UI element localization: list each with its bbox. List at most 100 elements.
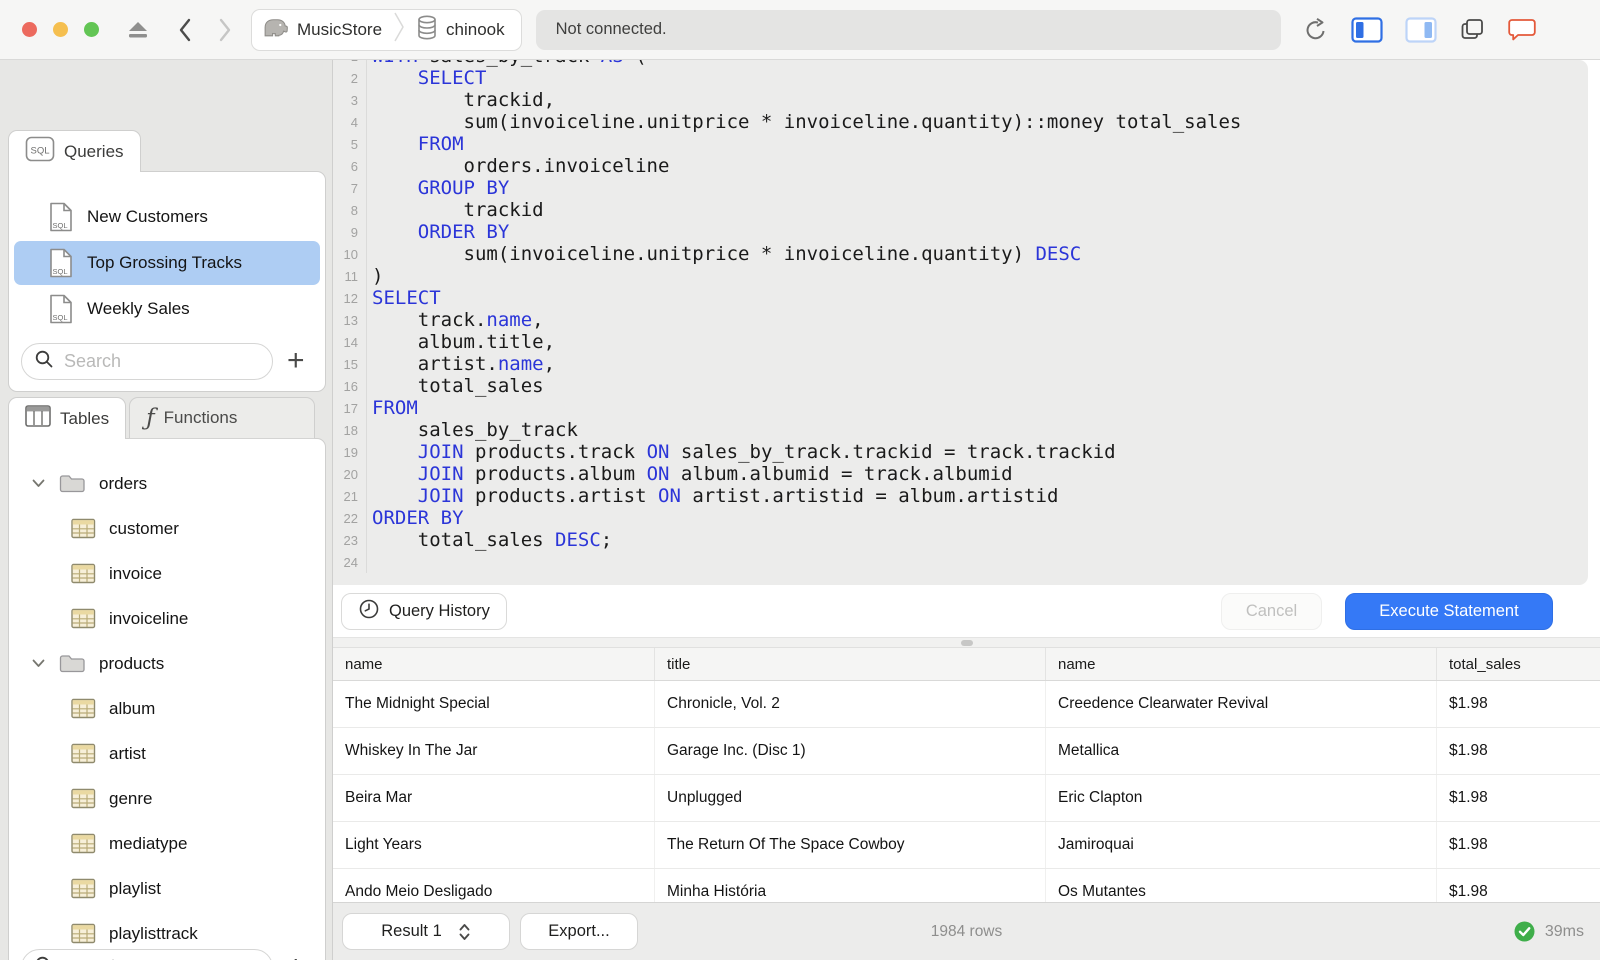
table-row[interactable]: Whiskey In The Jar Garage Inc. (Disc 1) Me… xyxy=(333,728,1600,775)
sql-editor[interactable]: 1WITH sales_by_track AS (2 SELECT3 track… xyxy=(333,60,1588,585)
minimize-window-icon[interactable] xyxy=(53,22,68,37)
tab-functions[interactable]: ƒ Functions xyxy=(129,397,316,439)
add-query-button[interactable]: + xyxy=(287,346,305,376)
code-text: orders.invoiceline xyxy=(372,155,670,177)
queries-search-field[interactable] xyxy=(21,342,273,380)
column-header-name[interactable]: name xyxy=(333,648,655,680)
table-cell[interactable]: Eric Clapton xyxy=(1046,775,1437,821)
editor-actions: Query History Cancel Execute Statement xyxy=(333,585,1600,637)
line-number: 8 xyxy=(350,202,358,218)
close-window-icon[interactable] xyxy=(22,22,37,37)
cancel-button[interactable]: Cancel xyxy=(1221,592,1322,630)
code-text: JOIN products.artist ON artist.artistid … xyxy=(417,485,1059,507)
table-cell[interactable]: Unplugged xyxy=(655,775,1046,821)
tree-table[interactable]: invoiceline xyxy=(9,596,325,641)
tables-search-input[interactable] xyxy=(62,955,246,960)
execute-statement-button[interactable]: Execute Statement xyxy=(1345,592,1553,630)
pane-splitter[interactable] xyxy=(333,637,1600,648)
breadcrumb-server[interactable]: MusicStore xyxy=(297,20,382,40)
table-cell[interactable]: Jamiroquai xyxy=(1046,822,1437,868)
windows-icon[interactable] xyxy=(1459,17,1485,42)
database-icon[interactable] xyxy=(416,14,438,46)
eject-icon[interactable] xyxy=(125,20,151,40)
table-row[interactable]: The Midnight Special Chronicle, Vol. 2 Cre… xyxy=(333,681,1600,728)
tree-table[interactable]: album xyxy=(9,686,325,731)
code-text: artist.name, xyxy=(372,353,556,375)
server-elephant-icon[interactable] xyxy=(262,16,289,44)
zoom-window-icon[interactable] xyxy=(84,22,99,37)
table-row[interactable]: Beira Mar Unplugged Eric Clapton $1.98 xyxy=(333,775,1600,822)
tab-queries[interactable]: SQL Queries xyxy=(8,130,141,172)
splitter-handle[interactable] xyxy=(960,640,973,646)
disclosure-chevron-icon[interactable] xyxy=(31,658,46,669)
queries-search-input[interactable] xyxy=(62,349,246,373)
query-item-label: Weekly Sales xyxy=(87,299,190,318)
code-line: 5 FROM xyxy=(333,133,1588,155)
tables-search-field[interactable] xyxy=(21,948,273,960)
tables-panel: orders customer invoice invoiceline products… xyxy=(8,438,326,960)
table-row[interactable]: Ando Meio Desligado Minha História Os Muta… xyxy=(333,869,1600,902)
line-number: 1 xyxy=(333,60,366,64)
back-icon[interactable] xyxy=(177,17,193,43)
code-text: ORDER BY xyxy=(372,507,464,529)
breadcrumb-database[interactable]: chinook xyxy=(446,20,505,40)
table-cell[interactable]: $1.98 xyxy=(1437,869,1600,902)
line-number: 9 xyxy=(350,224,358,240)
table-cell[interactable]: Ando Meio Desligado xyxy=(333,869,655,902)
table-cell[interactable]: Beira Mar xyxy=(333,775,655,821)
column-header-artist-name[interactable]: name xyxy=(1046,648,1437,680)
table-cell[interactable]: Creedence Clearwater Revival xyxy=(1046,681,1437,727)
table-cell[interactable]: Minha História xyxy=(655,869,1046,902)
table-grid-icon xyxy=(71,923,96,944)
tree-item-label: album xyxy=(109,698,156,718)
toggle-left-sidebar-icon[interactable] xyxy=(1351,16,1383,43)
query-item[interactable]: SQL Weekly Sales xyxy=(9,286,325,332)
table-row[interactable]: Light Years The Return Of The Space Cowbo… xyxy=(333,822,1600,869)
table-grid-icon xyxy=(71,788,96,809)
tree-folder[interactable]: products xyxy=(9,641,325,686)
table-cell[interactable]: Garage Inc. (Disc 1) xyxy=(655,728,1046,774)
query-history-button[interactable]: Query History xyxy=(341,592,507,630)
tree-table[interactable]: playlist xyxy=(9,866,325,911)
table-cell[interactable]: $1.98 xyxy=(1437,681,1600,727)
code-text: WITH sales_by_track AS ( xyxy=(366,60,647,67)
line-number: 20 xyxy=(343,466,358,482)
query-item[interactable]: SQL Top Grossing Tracks xyxy=(9,240,325,286)
tree-table[interactable]: invoice xyxy=(9,551,325,596)
chat-icon[interactable] xyxy=(1507,16,1538,43)
tab-tables[interactable]: Tables xyxy=(8,397,127,439)
table-cell[interactable]: Light Years xyxy=(333,822,655,868)
disclosure-chevron-icon[interactable] xyxy=(31,478,46,489)
table-cell[interactable]: Metallica xyxy=(1046,728,1437,774)
table-cell[interactable]: $1.98 xyxy=(1437,775,1600,821)
table-tab-icon xyxy=(25,405,51,432)
tree-table[interactable]: genre xyxy=(9,776,325,821)
table-cell[interactable]: The Return Of The Space Cowboy xyxy=(655,822,1046,868)
column-header-title[interactable]: title xyxy=(655,648,1046,680)
svg-text:SQL: SQL xyxy=(53,221,68,230)
export-button[interactable]: Export... xyxy=(520,913,638,950)
table-cell[interactable]: Os Mutantes xyxy=(1046,869,1437,902)
refresh-icon[interactable] xyxy=(1303,17,1329,43)
connection-status[interactable]: Not connected. xyxy=(535,9,1281,50)
line-number: 21 xyxy=(343,488,358,504)
table-cell[interactable]: $1.98 xyxy=(1437,822,1600,868)
tree-table[interactable]: mediatype xyxy=(9,821,325,866)
forward-icon[interactable] xyxy=(217,17,233,43)
tree-table[interactable]: customer xyxy=(9,506,325,551)
query-item[interactable]: SQL New Customers xyxy=(9,194,325,240)
tree-folder[interactable]: orders xyxy=(9,461,325,506)
table-grid-icon xyxy=(71,743,96,764)
table-cell[interactable]: $1.98 xyxy=(1437,728,1600,774)
row-count: 1984 rows xyxy=(930,922,1003,940)
code-text: GROUP BY xyxy=(417,177,510,199)
result-select[interactable]: Result 1 xyxy=(342,913,510,950)
table-cell[interactable]: The Midnight Special xyxy=(333,681,655,727)
code-line: 9 ORDER BY xyxy=(333,221,1588,243)
table-cell[interactable]: Chronicle, Vol. 2 xyxy=(655,681,1046,727)
column-header-total-sales[interactable]: total_sales xyxy=(1437,648,1600,680)
table-cell[interactable]: Whiskey In The Jar xyxy=(333,728,655,774)
toggle-right-sidebar-icon[interactable] xyxy=(1405,16,1437,43)
search-icon xyxy=(34,349,54,374)
tree-table[interactable]: artist xyxy=(9,731,325,776)
